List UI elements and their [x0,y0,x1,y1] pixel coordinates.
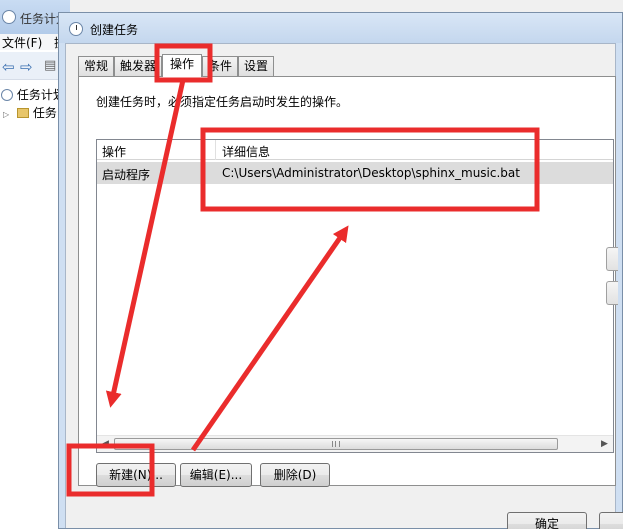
dialog-titlebar: 创建任务 [59,13,622,43]
dialog-body: 常规 触发器 操作 条件 设置 创建任务时，必须指定任务启动时发生的操作。 操作… [65,43,623,529]
clock-icon [1,89,13,101]
cancel-button[interactable] [599,512,623,529]
view-icon[interactable]: ▤ [44,58,56,73]
column-header-details[interactable]: 详细信息 [222,143,270,160]
tree-item-library[interactable]: ▷ 任务 [0,104,57,122]
list-item-action: 启动程序 [102,168,151,182]
tab-triggers[interactable]: 触发器 [114,56,162,76]
task-scheduler-icon [2,10,16,24]
actions-list[interactable]: 操作 详细信息 启动程序 C:\Users\Administrator\Desk… [96,139,614,453]
move-down-button[interactable] [606,281,618,305]
scrollbar-thumb[interactable] [114,438,558,450]
tab-conditions[interactable]: 条件 [202,56,238,76]
dialog-title: 创建任务 [90,23,139,37]
ok-button[interactable]: 确定 [507,512,587,529]
column-separator[interactable] [215,140,216,160]
back-arrow-icon[interactable]: ⇦ [2,58,15,76]
horizontal-scrollbar[interactable]: ◀ ▶ [97,435,613,452]
actions-tab-panel: 创建任务时，必须指定任务启动时发生的操作。 操作 详细信息 启动程序 C:\Us… [78,76,618,487]
list-item[interactable]: 启动程序 C:\Users\Administrator\Desktop\sphi… [97,162,613,184]
column-header-action[interactable]: 操作 [102,143,126,160]
actions-description: 创建任务时，必须指定任务启动时发生的操作。 [96,95,349,109]
scroll-left-arrow-icon[interactable]: ◀ [97,436,114,452]
expand-arrow-icon[interactable]: ▷ [3,110,9,119]
create-task-dialog: 创建任务 常规 触发器 操作 条件 设置 创建任务时，必须指定任务启动时发生的操… [58,12,623,529]
move-up-button[interactable] [606,247,618,271]
delete-action-button[interactable]: 删除(D) [260,463,330,487]
list-item-details: C:\Users\Administrator\Desktop\sphinx_mu… [222,166,520,180]
clock-icon [69,22,83,36]
tab-actions[interactable]: 操作 [162,54,202,77]
menu-file[interactable]: 文件(F) [2,34,42,51]
edit-action-button[interactable]: 编辑(E)... [180,463,252,487]
forward-arrow-icon[interactable]: ⇨ [20,58,33,76]
new-action-button[interactable]: 新建(N)... [96,463,176,487]
tab-general[interactable]: 常规 [78,56,114,76]
tree-item-root[interactable]: 任务计划 [0,86,65,104]
list-header: 操作 详细信息 [97,140,613,160]
tab-settings[interactable]: 设置 [238,56,274,76]
scroll-right-arrow-icon[interactable]: ▶ [596,436,613,452]
tree-item-library-label: 任务 [32,106,57,120]
folder-icon [16,108,29,118]
grip-icon [332,441,340,447]
